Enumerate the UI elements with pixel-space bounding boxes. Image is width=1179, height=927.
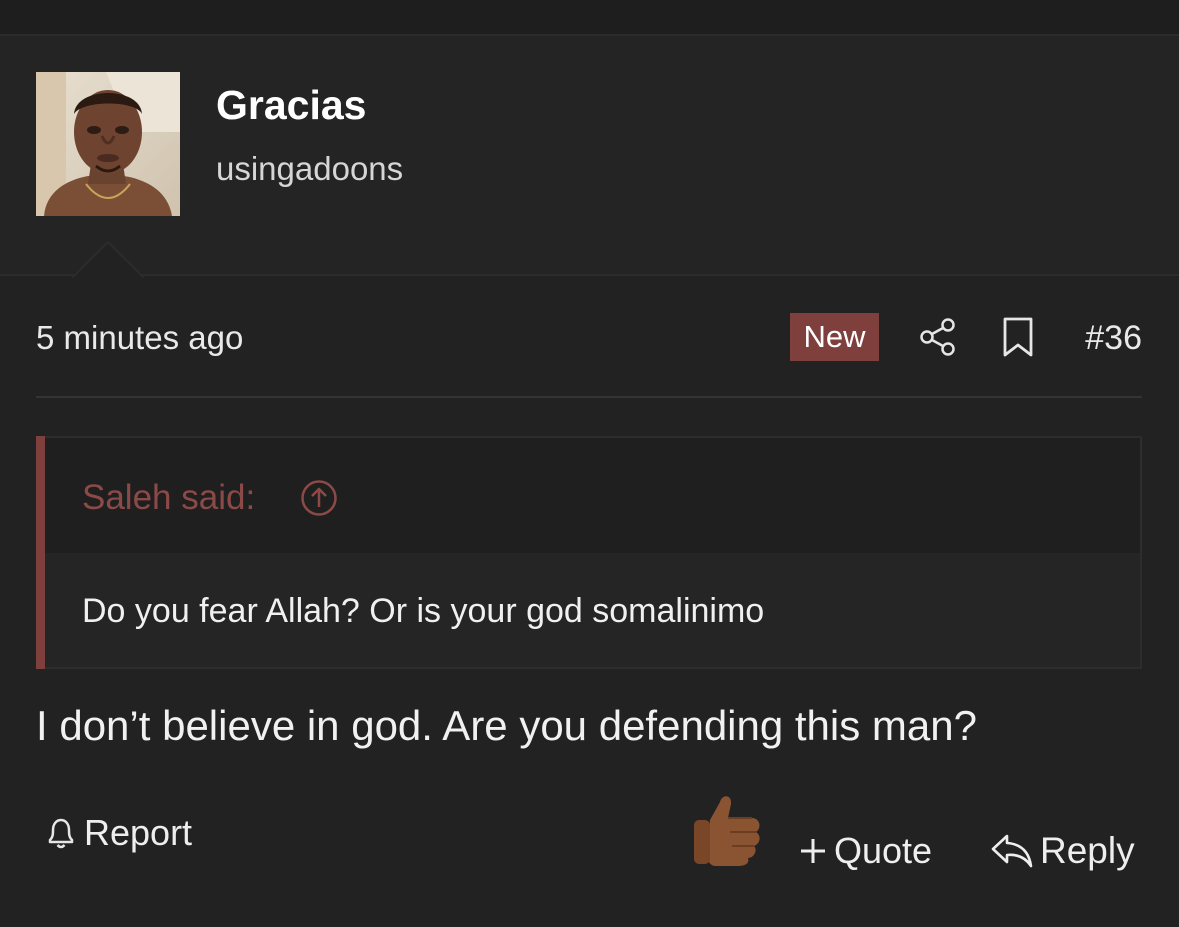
reply-label: Reply	[1040, 830, 1135, 871]
bell-icon	[48, 818, 74, 849]
quote-body: Do you fear Allah? Or is your god somali…	[45, 553, 1140, 667]
post-pointer-arrow	[72, 242, 144, 278]
report-button[interactable]: Report	[44, 810, 192, 856]
author-username[interactable]: Gracias	[216, 80, 366, 130]
quote-label: Quote	[834, 830, 933, 871]
quote-accent-bar	[36, 436, 45, 669]
quote-header: Saleh said:	[45, 438, 1140, 553]
post-number[interactable]: #36	[1085, 318, 1142, 358]
report-label: Report	[84, 812, 193, 853]
author-title: usingadoons	[216, 150, 404, 187]
post-meta-row: 5 minutes ago New #36	[36, 308, 1142, 366]
reply-arrow-icon	[991, 834, 1033, 868]
quote-text: Do you fear Allah? Or is your god somali…	[82, 592, 765, 630]
quote-button[interactable]: Quote	[798, 828, 932, 874]
plus-icon	[801, 839, 825, 863]
top-strip	[0, 0, 1179, 36]
quote-block: Saleh said: Do you fear Allah? Or is you…	[36, 436, 1142, 669]
user-header: Gracias usingadoons	[0, 36, 1179, 276]
post-timestamp[interactable]: 5 minutes ago	[36, 318, 243, 358]
bookmark-icon[interactable]	[1001, 317, 1035, 357]
avatar[interactable]	[36, 72, 180, 216]
share-icon[interactable]	[918, 317, 958, 357]
quote-attribution[interactable]: Saleh said:	[82, 477, 255, 519]
meta-divider	[36, 396, 1142, 398]
post-body-text: I don’t believe in god. Are you defendin…	[36, 702, 977, 749]
reply-button[interactable]: Reply	[990, 828, 1135, 874]
thumbs-up-emoji-icon[interactable]	[690, 790, 764, 866]
new-badge: New	[790, 313, 879, 361]
arrow-up-circle-icon[interactable]	[300, 479, 338, 517]
avatar-photo	[36, 72, 180, 216]
